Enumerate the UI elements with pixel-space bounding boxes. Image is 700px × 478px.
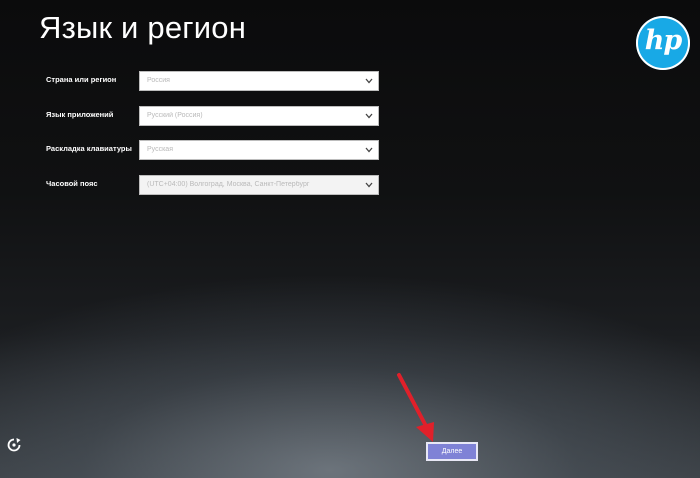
time-zone-select[interactable]: (UTC+04:00) Волгоград, Москва, Санкт-Пет… xyxy=(139,175,379,195)
app-language-label: Язык приложений xyxy=(46,110,114,119)
keyboard-layout-value: Русская xyxy=(147,146,173,153)
page-title: Язык и регион xyxy=(39,10,247,45)
next-button[interactable]: Далее xyxy=(426,442,478,461)
country-region-value: Россия xyxy=(147,77,170,84)
chevron-down-icon xyxy=(365,182,373,188)
time-zone-row: Часовой пояс (UTC+04:00) Волгоград, Моск… xyxy=(46,175,380,195)
app-language-row: Язык приложений Русский (Россия) xyxy=(46,106,380,126)
app-language-select[interactable]: Русский (Россия) xyxy=(139,106,379,126)
ease-of-access-icon[interactable] xyxy=(6,437,22,453)
country-region-label: Страна или регион xyxy=(46,75,117,84)
hp-logo-text: hp xyxy=(644,25,683,56)
hp-logo: hp xyxy=(636,16,690,70)
time-zone-value: (UTC+04:00) Волгоград, Москва, Санкт-Пет… xyxy=(147,181,310,188)
chevron-down-icon xyxy=(365,113,373,119)
chevron-down-icon xyxy=(365,147,373,153)
app-language-value: Русский (Россия) xyxy=(147,112,203,119)
chevron-down-icon xyxy=(365,78,373,84)
time-zone-label: Часовой пояс xyxy=(46,179,98,188)
keyboard-layout-label: Раскладка клавиатуры xyxy=(46,144,132,153)
country-region-row: Страна или регион Россия xyxy=(46,71,380,91)
country-region-select[interactable]: Россия xyxy=(139,71,379,91)
keyboard-layout-select[interactable]: Русская xyxy=(139,140,379,160)
keyboard-layout-row: Раскладка клавиатуры Русская xyxy=(46,140,380,160)
annotation-arrow-icon xyxy=(397,373,434,442)
